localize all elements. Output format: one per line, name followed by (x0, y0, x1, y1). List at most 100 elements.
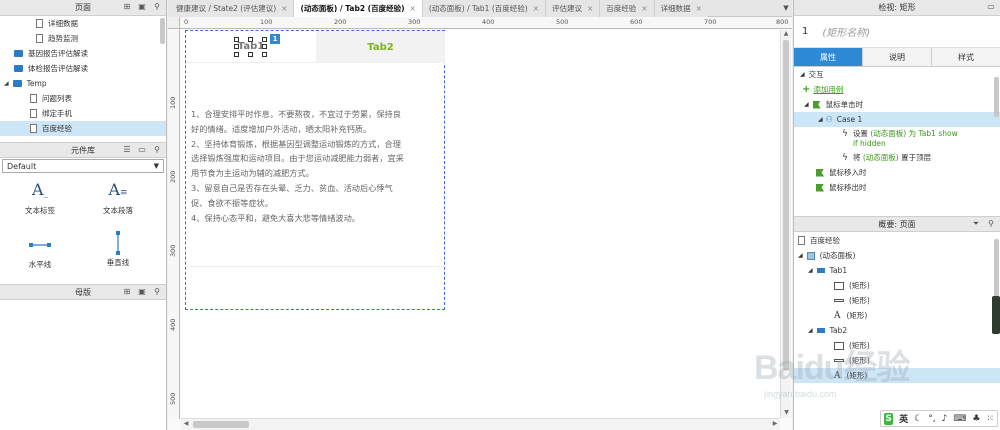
design-canvas[interactable]: Tab1 1 Tab2 1、合理安排平时作息，不要熬夜，不宜过于劳累，保持良 好… (181, 30, 779, 418)
scroll-right-icon[interactable]: ▶ (770, 420, 780, 427)
search-icon[interactable]: ⚲ (152, 287, 162, 297)
folder-item-gene[interactable]: 基因报告评估解读 (0, 46, 166, 61)
add-folder-icon[interactable]: ▣ (137, 287, 147, 297)
tab-panel-tab1[interactable]: (动态面板) / Tab1 (百度经验) × (422, 0, 546, 17)
mic-icon[interactable]: ♪ (942, 414, 948, 424)
tab-baidu[interactable]: 百度经验 × (600, 0, 655, 17)
search-icon[interactable]: ⚲ (152, 2, 162, 12)
add-page-icon[interactable]: ⊞ (122, 2, 132, 12)
ime-toolbar[interactable]: S 英 ☾ °, ♪ ⌨ ♣ ⁙ (880, 410, 998, 427)
moon-icon[interactable]: ☾ (914, 414, 922, 424)
widget-horizontal-line[interactable]: 水平线 (14, 234, 66, 270)
selection-handle[interactable] (262, 44, 267, 49)
ime-language[interactable]: 英 (899, 412, 908, 425)
tab-overflow[interactable]: ▼ (780, 0, 792, 16)
outline-rect[interactable]: (矩形) (794, 278, 1000, 293)
collapse-icon[interactable]: ▭ (137, 145, 147, 155)
search-icon[interactable]: ⚲ (986, 219, 996, 229)
inspector-title: 检视: 矩形 (878, 3, 916, 12)
scroll-up-icon[interactable]: ▲ (781, 30, 791, 39)
scroll-thumb[interactable] (783, 40, 789, 370)
widget-name-field[interactable]: (矩形名称) (822, 24, 870, 39)
tab-details[interactable]: 详细数据 × (654, 0, 708, 17)
pages-scrollbar[interactable] (160, 18, 165, 44)
canvas-horizontal-scrollbar[interactable]: ◀ ▶ (181, 418, 780, 430)
tab-notes[interactable]: 说明 (863, 48, 932, 66)
dynamic-panel[interactable]: Tab1 1 Tab2 1、合理安排平时作息，不要熬夜，不宜过于劳累，保持良 好… (185, 30, 445, 310)
close-icon[interactable]: × (281, 4, 287, 13)
close-icon[interactable]: × (587, 4, 593, 13)
tab-style[interactable]: 样式 (932, 48, 1000, 66)
tab-panel-tab2[interactable]: (动态面板) / Tab2 (百度经验) × (294, 0, 423, 17)
add-case-link[interactable]: + 添加用例 (794, 82, 1000, 97)
tab1-button[interactable]: Tab1 1 (186, 31, 316, 63)
scroll-down-icon[interactable]: ▼ (781, 409, 792, 418)
folder-item-temp[interactable]: ◢ Temp (0, 76, 166, 91)
close-icon[interactable]: × (410, 4, 416, 13)
selection-handle[interactable] (248, 52, 253, 57)
close-icon[interactable]: × (641, 4, 647, 13)
tab-assessment[interactable]: 评估建议 × (546, 0, 601, 17)
outline-text[interactable]: A (矩形) (794, 308, 1000, 323)
outline-line[interactable]: (矩形) (794, 293, 1000, 308)
expand-icon[interactable]: ◢ (4, 80, 9, 87)
folder-icon (14, 65, 23, 72)
ruler-h-label: 800 (776, 18, 789, 26)
close-icon[interactable]: × (696, 4, 702, 13)
page-item-issues[interactable]: 问题列表 (0, 91, 166, 106)
action-set-panel[interactable]: ϟ 设置 (动态面板) 为 Tab1 show if hidden (794, 129, 1000, 149)
outline-state-tab2[interactable]: ◢ Tab2 (794, 323, 1000, 338)
event-onclick[interactable]: ◢ 鼠标单击时 (794, 97, 1000, 112)
outline-dynamic-panel[interactable]: ◢ (动态面板) (794, 248, 1000, 263)
folder-item-checkup[interactable]: 体检报告评估解读 (0, 61, 166, 76)
selection-handle[interactable] (262, 37, 267, 42)
section-interaction[interactable]: ◢ 交互 (794, 67, 1000, 82)
page-item-trend[interactable]: 趋势监测 (0, 31, 166, 46)
page-item-detail[interactable]: 详细数据 (0, 16, 166, 31)
keyboard-icon[interactable]: ⌨ (953, 414, 966, 424)
expand-icon: ◢ (804, 101, 809, 108)
shirt-icon[interactable]: ♣ (972, 414, 980, 424)
outline-state-tab1[interactable]: ◢ Tab1 (794, 263, 1000, 278)
pages-panel-header: 页面 ⊞ ▣ ⚲ (0, 0, 166, 16)
grid-icon[interactable]: ⁙ (986, 414, 994, 424)
side-gadget[interactable] (992, 296, 1000, 334)
filter-icon[interactable]: ⏷ (971, 219, 981, 229)
page-item-baidu[interactable]: 百度经验 (0, 121, 166, 136)
add-folder-icon[interactable]: ▣ (137, 2, 147, 12)
case-1[interactable]: ◢ ⚇ Case 1 (794, 112, 1000, 127)
tab2-button[interactable]: Tab2 (316, 31, 445, 63)
add-master-icon[interactable]: ⊞ (122, 287, 132, 297)
selection-handle[interactable] (262, 52, 267, 57)
event-mouse-enter[interactable]: 鼠标移入时 (794, 165, 1000, 180)
selection-handle[interactable] (234, 52, 239, 57)
action-bring-front[interactable]: ϟ 将 (动态面板) 置于顶层 (794, 153, 1000, 163)
tab-health-advice[interactable]: 健康建议 / State2 (评估建议) × (168, 0, 295, 17)
menu-icon[interactable]: ☰ (122, 145, 132, 155)
outline-page[interactable]: 百度经验 (794, 233, 1000, 248)
widget-vertical-line[interactable]: 垂直线 (92, 230, 144, 268)
scroll-left-icon[interactable]: ◀ (181, 420, 191, 427)
search-icon[interactable]: ⚲ (152, 145, 162, 155)
page-item-bindphone[interactable]: 绑定手机 (0, 106, 166, 121)
dynamic-panel-icon (806, 251, 815, 260)
event-flag-icon (812, 100, 821, 109)
inspector-scrollbar[interactable] (994, 77, 999, 117)
punctuation-icon[interactable]: °, (928, 414, 935, 424)
widget-text-label[interactable]: A_ 文本标签 (14, 180, 66, 216)
close-icon[interactable]: × (533, 4, 539, 13)
library-select[interactable]: Default ▼ (2, 159, 164, 173)
widget-text-paragraph[interactable]: A≡ 文本段落 (92, 180, 144, 216)
event-mouse-leave[interactable]: 鼠标移出时 (794, 180, 1000, 195)
scroll-thumb[interactable] (193, 421, 249, 428)
collapse-icon[interactable]: ▭ (986, 2, 996, 12)
selection-handle[interactable] (234, 44, 239, 49)
expand-icon: ◢ (808, 327, 813, 334)
interaction-badge[interactable]: 1 (270, 34, 280, 44)
tab-properties[interactable]: 属性 (794, 48, 863, 66)
selection-handle[interactable] (234, 37, 239, 42)
expand-icon[interactable]: ◢ (800, 71, 805, 78)
selection-handle[interactable] (248, 37, 253, 42)
expand-icon: ◢ (808, 267, 813, 274)
content-rect[interactable]: 1、合理安排平时作息，不要熬夜，不宜过于劳累，保持良 好的情绪。适度增加户外活动… (186, 64, 445, 267)
